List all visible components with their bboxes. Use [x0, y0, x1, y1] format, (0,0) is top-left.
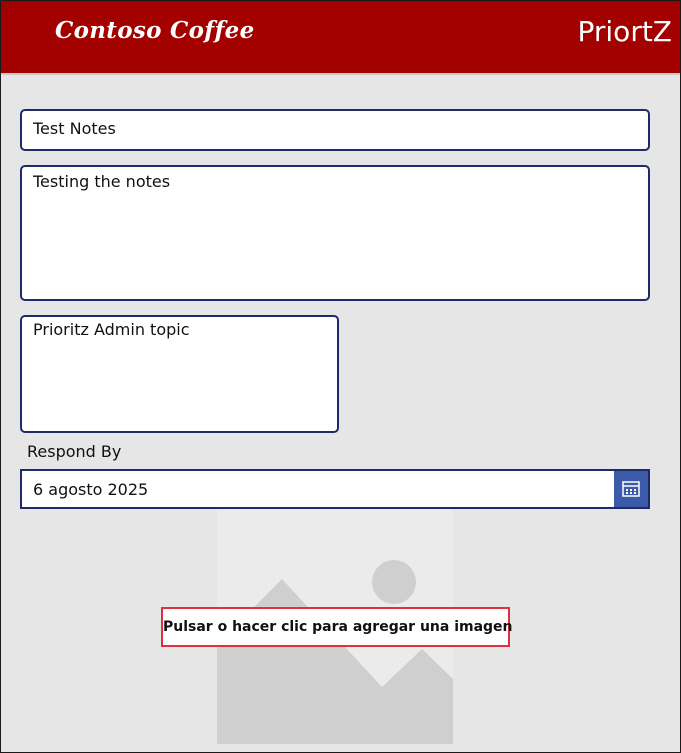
respond-by-label: Respond By: [27, 442, 122, 461]
app-screen: Contoso Coffee PriortZ Test Notes Testin…: [0, 0, 681, 753]
topic-textarea-value: Prioritz Admin topic: [33, 320, 190, 339]
contoso-coffee-logo: Contoso Coffee: [55, 17, 255, 44]
calendar-icon: [622, 481, 640, 497]
title-input[interactable]: Test Notes: [20, 109, 650, 151]
calendar-button[interactable]: [614, 471, 648, 507]
app-header: Contoso Coffee PriortZ: [1, 1, 680, 75]
topic-textarea[interactable]: Prioritz Admin topic: [20, 315, 339, 433]
notes-textarea[interactable]: Testing the notes: [20, 165, 650, 301]
respond-by-date-picker[interactable]: 6 agosto 2025: [20, 469, 650, 509]
date-picker-value: 6 agosto 2025: [33, 480, 149, 499]
app-title: PriortZ: [577, 15, 673, 48]
notes-textarea-value: Testing the notes: [33, 172, 171, 191]
title-input-value: Test Notes: [33, 119, 116, 138]
add-image-prompt[interactable]: Pulsar o hacer clic para agregar una ima…: [161, 607, 513, 647]
